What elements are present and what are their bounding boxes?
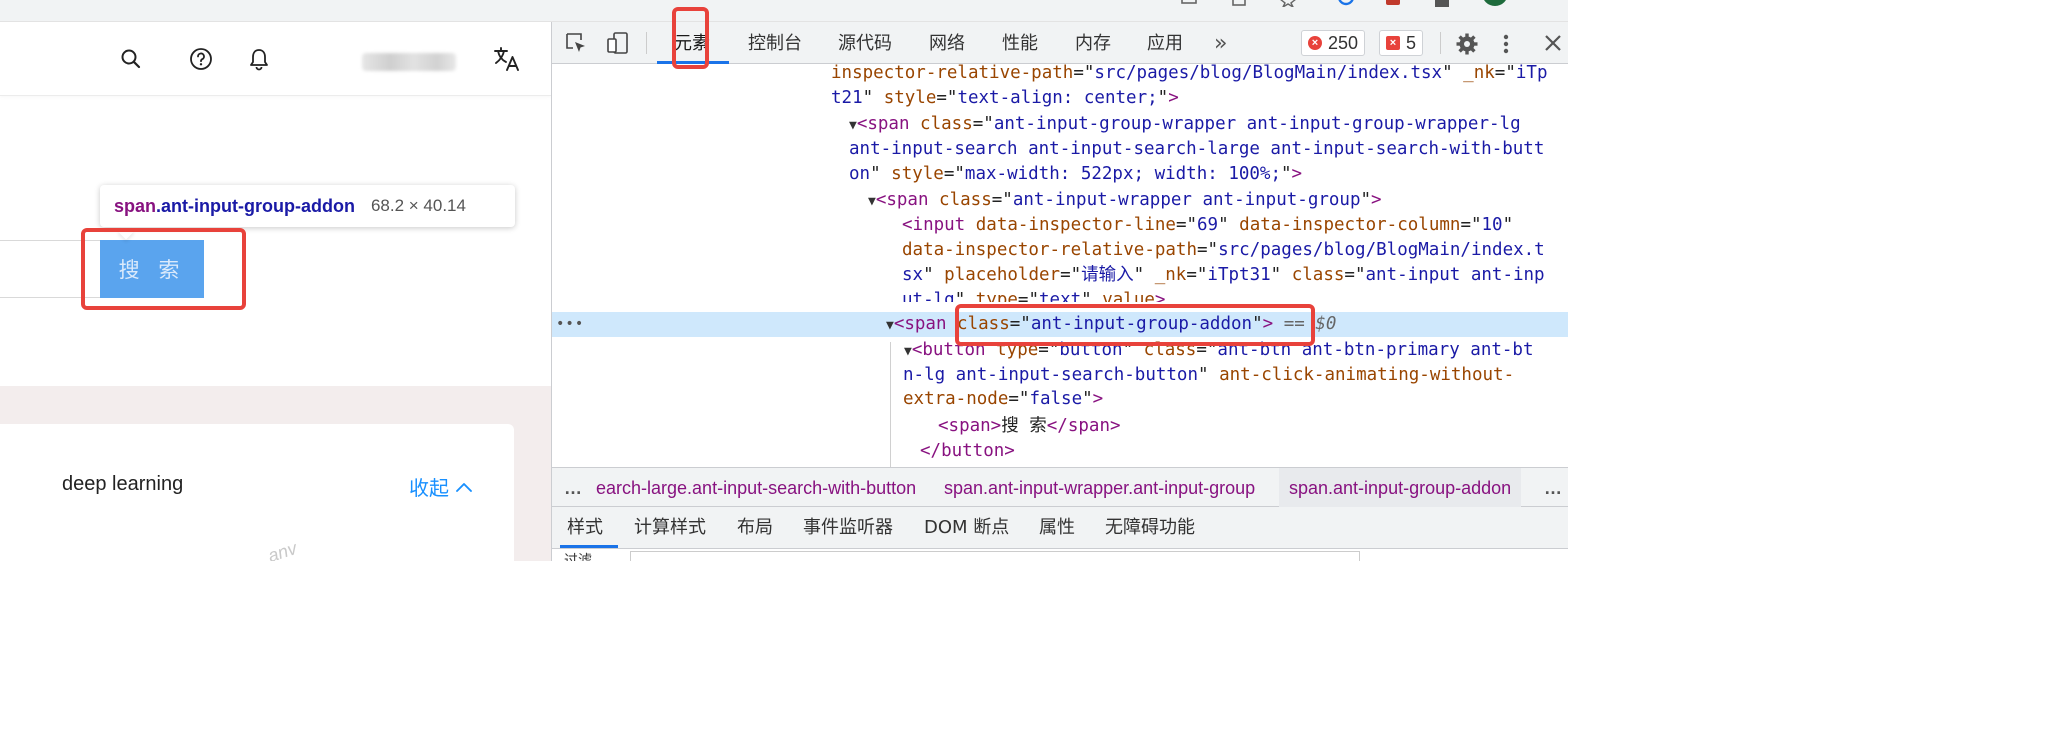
expand-triangle-icon[interactable]: ▼: [886, 318, 894, 333]
breadcrumb-overflow-icon[interactable]: …: [1544, 468, 1562, 508]
dom-line[interactable]: ▼<span class="ant-input-wrapper ant-inpu…: [552, 188, 1568, 213]
profile-avatar-icon[interactable]: [1480, 0, 1510, 7]
issues-badge[interactable]: × 5: [1379, 30, 1424, 56]
tab-layout[interactable]: 布局: [737, 507, 773, 549]
breadcrumb: … earch-large.ant-input-search-with-butt…: [552, 467, 1568, 508]
dom-line[interactable]: </button>: [552, 439, 1568, 464]
help-icon[interactable]: [188, 46, 214, 72]
more-tabs-icon[interactable]: »: [1214, 22, 1227, 64]
dom-line[interactable]: extra-node="false">: [552, 387, 1568, 412]
breadcrumb-overflow-icon[interactable]: …: [564, 468, 582, 508]
filter-row: 过滤: [552, 549, 1568, 561]
errors-badge[interactable]: × 250: [1301, 30, 1366, 56]
expand-triangle-icon[interactable]: ▼: [904, 344, 912, 359]
tab-network[interactable]: 网络: [929, 22, 965, 64]
styles-tab-bar: 样式 计算样式 布局 事件监听器 DOM 断点 属性 无障碍功能: [552, 507, 1568, 549]
bell-icon[interactable]: [246, 46, 272, 72]
tab-console[interactable]: 控制台: [748, 22, 802, 64]
dom-line[interactable]: inspector-relative-path="src/pages/blog/…: [552, 64, 1568, 86]
tab-styles[interactable]: 样式: [567, 507, 603, 549]
tab-properties[interactable]: 属性: [1039, 507, 1075, 549]
tab-sources[interactable]: 源代码: [838, 22, 892, 64]
active-subtab-indicator: [560, 545, 618, 548]
issue-icon: ×: [1386, 36, 1400, 50]
tab-memory[interactable]: 内存: [1075, 22, 1111, 64]
username-blurred[interactable]: [362, 53, 456, 71]
cast-icon[interactable]: [1180, 0, 1198, 7]
tooltip-class: .ant-input-group-addon: [156, 195, 355, 216]
tab-icon[interactable]: [1230, 0, 1248, 7]
tab-accessibility[interactable]: 无障碍功能: [1105, 507, 1195, 549]
dom-line[interactable]: on" style="max-width: 522px; width: 100%…: [552, 162, 1568, 187]
close-icon[interactable]: [1542, 32, 1564, 54]
search-icon[interactable]: [118, 46, 144, 72]
chevron-up-icon: [456, 482, 472, 492]
breadcrumb-item[interactable]: earch-large.ant-input-search-with-button: [596, 468, 916, 508]
toolbar-divider: [1440, 32, 1441, 54]
page-header: [0, 22, 551, 96]
breadcrumb-item-selected[interactable]: span.ant-input-group-addon: [1279, 468, 1522, 508]
screen: 搜 索 span .ant-input-group-addon 68.2 × 4…: [0, 0, 1568, 561]
card-label: deep learning: [62, 473, 184, 495]
filter-input[interactable]: [630, 551, 1360, 561]
breadcrumb-item[interactable]: span.ant-input-wrapper.ant-input-group: [944, 468, 1255, 508]
issues-count: 5: [1406, 32, 1417, 53]
tab-event-listeners[interactable]: 事件监听器: [803, 507, 893, 549]
translate-icon[interactable]: [492, 46, 522, 72]
annotation-highlight-elements-tab: [672, 7, 709, 69]
dom-line[interactable]: <span>搜 索</span>: [552, 414, 1568, 439]
dom-line[interactable]: sx" placeholder="请输入" _nk="iTpt31" class…: [552, 263, 1568, 288]
errors-count: 250: [1328, 32, 1359, 53]
devtools-tab-bar: 元素 控制台 源代码 网络 性能 内存 应用 » × 250 × 5: [552, 7, 1568, 69]
dom-line[interactable]: <input data-inspector-line="69" data-ins…: [552, 213, 1568, 238]
collapse-label: 收起: [409, 476, 449, 500]
tooltip-size: 68.2 × 40.14: [370, 196, 466, 215]
tab-dom-breakpoints[interactable]: DOM 断点: [924, 507, 1009, 549]
element-inspector-tooltip: span .ant-input-group-addon 68.2 × 40.14: [100, 185, 515, 227]
tab-performance[interactable]: 性能: [1002, 22, 1038, 64]
dom-line[interactable]: n-lg ant-input-search-button" ant-click-…: [552, 363, 1568, 388]
device-toolbar-icon[interactable]: [606, 31, 630, 55]
annotation-highlight-search-button: [81, 228, 246, 310]
dom-line[interactable]: t21" style="text-align: center;">: [552, 86, 1568, 111]
dom-tree: inspector-relative-path="src/pages/blog/…: [552, 64, 1568, 467]
toolbar-divider: [646, 32, 647, 54]
dom-line[interactable]: ut-lg" type="text" value>: [552, 288, 1568, 302]
tree-guide-line: [890, 342, 891, 467]
dom-line[interactable]: ant-input-search ant-input-search-large …: [552, 137, 1568, 162]
expand-triangle-icon[interactable]: ▼: [868, 194, 876, 209]
collapse-link[interactable]: 收起: [409, 472, 473, 501]
annotation-highlight-class-attr: [955, 304, 1315, 346]
web-page: 搜 索 span .ant-input-group-addon 68.2 × 4…: [0, 22, 551, 561]
menu-icon[interactable]: [1536, 0, 1554, 7]
star-icon[interactable]: [1279, 0, 1297, 7]
tooltip-tag: span: [114, 195, 157, 216]
settings-gear-icon[interactable]: [1454, 31, 1480, 57]
kebab-menu-icon[interactable]: [1498, 31, 1514, 57]
extension-icon[interactable]: [1384, 0, 1402, 7]
devtools-panel: 元素 控制台 源代码 网络 性能 内存 应用 » × 250 × 5 inspe…: [551, 7, 1568, 561]
browser-toolbar-strip: [0, 0, 1568, 22]
home-icon[interactable]: [1433, 0, 1451, 7]
tab-application[interactable]: 应用: [1147, 22, 1183, 64]
dom-line[interactable]: data-inspector-relative-path="src/pages/…: [552, 238, 1568, 263]
filter-label: 过滤: [564, 552, 592, 561]
expand-triangle-icon[interactable]: ▼: [849, 118, 857, 133]
more-options-icon[interactable]: •••: [556, 312, 584, 337]
dom-line[interactable]: ▼<span class="ant-input-group-wrapper an…: [552, 112, 1568, 137]
tab-computed[interactable]: 计算样式: [634, 507, 706, 549]
search-extension-icon[interactable]: [1338, 0, 1356, 7]
inspect-element-icon[interactable]: [564, 31, 588, 55]
error-icon: ×: [1308, 36, 1322, 50]
